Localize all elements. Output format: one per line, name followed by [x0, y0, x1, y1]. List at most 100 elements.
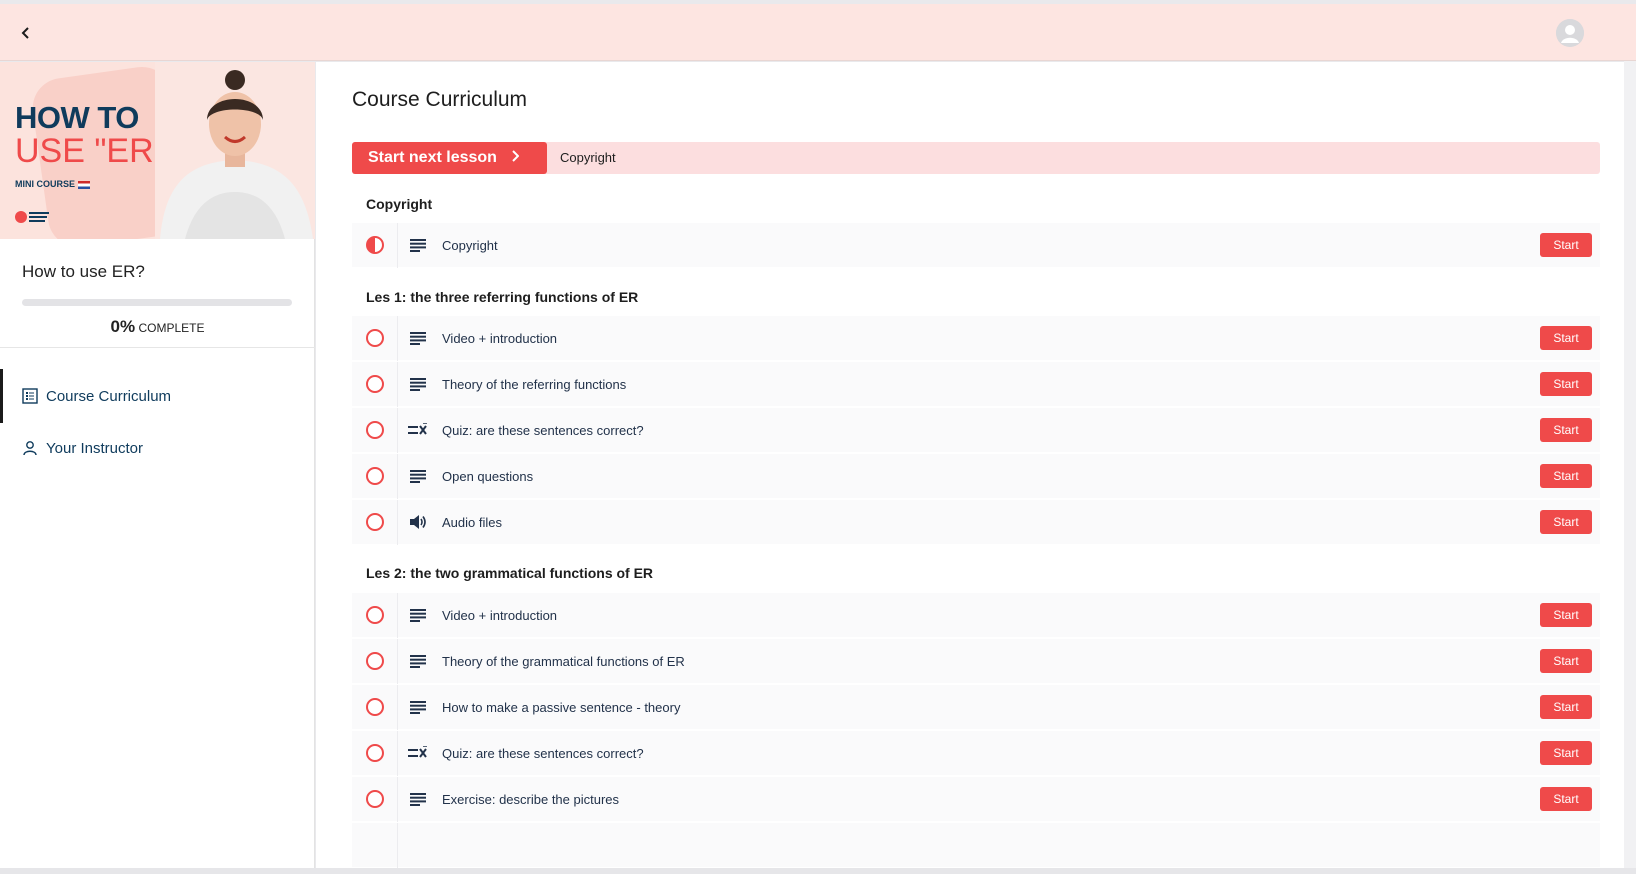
back-button[interactable] [16, 22, 36, 44]
course-title: How to use ER? [22, 262, 145, 281]
start-lesson-button[interactable]: Start [1540, 603, 1592, 627]
lesson-name: Video + introduction [442, 607, 558, 623]
lesson-status [352, 592, 398, 638]
text-lesson-icon [408, 468, 428, 484]
hero-subtitle: MINI COURSE [15, 179, 91, 189]
in-progress-status-icon [365, 236, 384, 254]
start-lesson-button[interactable]: Start [1540, 695, 1592, 719]
user-avatar-icon[interactable] [1556, 19, 1584, 47]
sidebar-item-label: Your Instructor [46, 439, 143, 457]
start-lesson-button[interactable]: Start [1540, 418, 1592, 442]
lesson-status [352, 822, 398, 868]
main-content: Course Curriculum Start next lesson Copy… [316, 62, 1624, 868]
not-started-status-icon [365, 375, 384, 393]
start-next-lesson-label: Start next lesson [368, 149, 497, 166]
not-started-status-icon [365, 421, 384, 439]
not-started-status-icon [365, 329, 384, 347]
text-lesson-icon [408, 376, 428, 392]
sidebar: HOW TO USE "ER" MINI COURSE How to use E… [0, 62, 315, 868]
text-lesson-icon [408, 237, 428, 253]
lesson-name: Exercise: describe the pictures [442, 791, 620, 807]
lesson-name: Video + introduction [442, 330, 558, 346]
not-started-status-icon [365, 698, 384, 716]
chevron-left-icon [21, 27, 29, 39]
lesson-status [352, 315, 398, 361]
sidebar-divider [0, 347, 315, 348]
start-lesson-button[interactable]: Start [1540, 233, 1592, 257]
text-lesson-icon [408, 607, 428, 623]
brand-logo-icon [15, 211, 49, 223]
lesson-name: Open questions [442, 468, 534, 484]
sidebar-item-your-instructor[interactable]: Your Instructor [0, 421, 315, 475]
start-lesson-button[interactable]: Start [1540, 787, 1592, 811]
sidebar-item-course-curriculum[interactable]: Course Curriculum [0, 369, 315, 423]
progress-percent: 0% [110, 317, 136, 336]
hero-title-line1: HOW TO [15, 100, 139, 135]
bottom-edge [0, 868, 1636, 874]
lesson-status [352, 684, 398, 730]
lesson-name: Theory of the referring functions [442, 376, 627, 392]
progress-label: 0% COMPLETE [0, 317, 315, 337]
curriculum-icon [22, 388, 38, 404]
person-icon [22, 440, 38, 456]
next-lesson-name: Copyright [560, 150, 616, 165]
text-lesson-icon [408, 791, 428, 807]
lesson-status [352, 499, 398, 545]
start-lesson-button[interactable]: Start [1540, 741, 1592, 765]
audio-icon [408, 514, 428, 530]
lesson-row[interactable]: Video + introduction Start [352, 592, 1600, 638]
start-lesson-button[interactable]: Start [1540, 464, 1592, 488]
text-lesson-icon [408, 699, 428, 715]
start-next-lesson-button[interactable]: Start next lesson [352, 142, 547, 174]
start-lesson-button[interactable]: Start [1540, 510, 1592, 534]
start-lesson-button[interactable]: Start [1540, 649, 1592, 673]
lesson-row[interactable]: Theory of the grammatical functions of E… [352, 638, 1600, 684]
lesson-status [352, 407, 398, 453]
not-started-status-icon [365, 513, 384, 531]
instructor-photo [155, 62, 315, 239]
not-started-status-icon [365, 790, 384, 808]
quiz-icon [408, 422, 428, 438]
lesson-name: Quiz: are these sentences correct? [442, 745, 644, 761]
lesson-row[interactable]: Audio files Start [352, 499, 1600, 545]
lesson-row[interactable]: Quiz: are these sentences correct? Start [352, 407, 1600, 453]
hero-title-line2: USE "ER" [15, 132, 166, 170]
lesson-name: How to make a passive sentence - theory [442, 699, 681, 715]
top-bar [0, 4, 1636, 61]
start-lesson-button[interactable]: Start [1540, 326, 1592, 350]
section-title: Les 1: the three referring functions of … [366, 289, 639, 305]
lesson-name: Audio files [442, 514, 502, 530]
lesson-name: Theory of the grammatical functions of E… [442, 653, 685, 669]
lesson-status [352, 776, 398, 822]
lesson-row[interactable]: How to make a passive sentence - theory … [352, 684, 1600, 730]
lesson-row[interactable]: Exercise: describe the pictures Start [352, 776, 1600, 822]
text-lesson-icon [408, 330, 428, 346]
quiz-icon [408, 745, 428, 761]
dutch-flag-icon [78, 180, 91, 189]
section-title: Copyright [366, 196, 433, 212]
lesson-status [352, 222, 398, 268]
not-started-status-icon [365, 606, 384, 624]
sidebar-item-label: Course Curriculum [46, 387, 172, 405]
lesson-status [352, 453, 398, 499]
progress-complete-label: COMPLETE [138, 321, 205, 335]
not-started-status-icon [365, 652, 384, 670]
course-progress-bar [22, 299, 292, 306]
course-hero-image: HOW TO USE "ER" MINI COURSE [0, 62, 315, 239]
text-lesson-icon [408, 653, 428, 669]
lesson-row-partial[interactable] [352, 822, 1600, 868]
lesson-row[interactable]: Theory of the referring functions Start [352, 361, 1600, 407]
lesson-name: Quiz: are these sentences correct? [442, 422, 644, 438]
not-started-status-icon [365, 744, 384, 762]
lesson-row[interactable]: Quiz: are these sentences correct? Start [352, 730, 1600, 776]
page-title: Course Curriculum [352, 88, 528, 111]
start-lesson-button[interactable]: Start [1540, 372, 1592, 396]
hero-subtitle-text: MINI COURSE [15, 179, 76, 189]
scrollbar[interactable] [1624, 61, 1636, 873]
lesson-name: Copyright [442, 237, 498, 253]
lesson-row[interactable]: Open questions Start [352, 453, 1600, 499]
lesson-row[interactable]: Video + introduction Start [352, 315, 1600, 361]
lesson-row[interactable]: Copyright Start [352, 222, 1600, 268]
lesson-status [352, 730, 398, 776]
lesson-status [352, 361, 398, 407]
